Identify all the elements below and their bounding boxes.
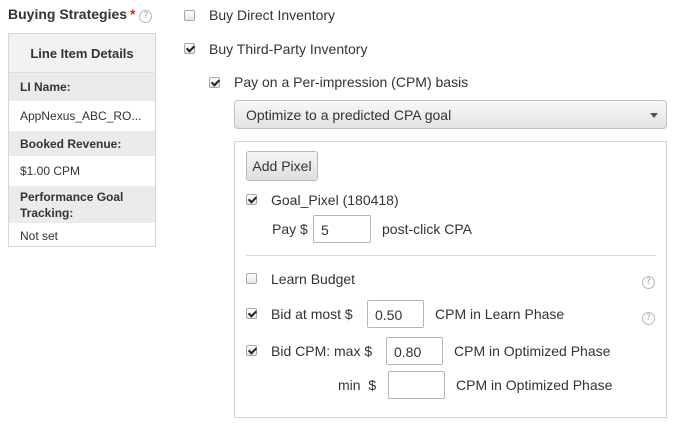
buy-third-party-label[interactable]: Buy Third-Party Inventory (209, 41, 367, 57)
bid-at-most-label[interactable]: Bid at most $ (271, 306, 353, 322)
buy-direct-checkbox[interactable] (184, 10, 195, 21)
bid-at-most-help-icon[interactable]: ? (642, 312, 655, 325)
bid-cpm-checkbox[interactable] (246, 345, 257, 356)
goal-pixel-label: Goal_Pixel (180418) (271, 192, 399, 208)
optimize-goal-select[interactable]: Optimize to a predicted CPA goal (234, 100, 667, 129)
bid-at-most-suffix: CPM in Learn Phase (435, 306, 565, 322)
bid-cpm-min-suffix: CPM in Optimized Phase (456, 377, 613, 393)
li-name-value: AppNexus_ABC_RO... (9, 101, 155, 131)
learn-budget-label[interactable]: Learn Budget (271, 271, 355, 287)
bid-cpm-min-input[interactable] (388, 371, 445, 399)
buy-direct-label[interactable]: Buy Direct Inventory (209, 7, 335, 23)
bid-cpm-min-label: min $ (338, 377, 377, 393)
learn-budget-help-icon[interactable]: ? (642, 276, 655, 289)
bid-at-most-input[interactable]: 0.50 (367, 300, 424, 328)
bid-cpm-max-input[interactable]: 0.80 (386, 337, 443, 365)
pay-suffix-label: post-click CPA (382, 221, 472, 237)
pay-label: Pay $ (272, 221, 308, 237)
line-item-details-panel: Line Item Details LI Name: AppNexus_ABC_… (8, 33, 156, 247)
panel-title: Line Item Details (9, 34, 155, 73)
help-icon[interactable]: ? (139, 10, 153, 23)
goal-pixel-checkbox[interactable] (246, 194, 257, 205)
chevron-down-icon (650, 113, 658, 118)
bid-at-most-checkbox[interactable] (246, 308, 257, 319)
bid-cpm-max-label[interactable]: Bid CPM: max $ (271, 343, 372, 359)
booked-revenue-label: Booked Revenue: (9, 131, 155, 156)
li-name-label: LI Name: (9, 73, 155, 101)
booked-revenue-value: $1.00 CPM (9, 156, 155, 186)
pay-cpa-input[interactable]: 5 (313, 215, 371, 243)
buy-third-party-checkbox[interactable] (184, 43, 195, 54)
learn-budget-checkbox[interactable] (246, 273, 257, 284)
required-asterisk: * (130, 6, 136, 22)
section-title-text: Buying Strategies (8, 6, 128, 22)
performance-goal-label: Performance Goal Tracking: (9, 186, 155, 223)
bid-cpm-max-suffix: CPM in Optimized Phase (454, 343, 611, 359)
pay-cpm-label[interactable]: Pay on a Per-impression (CPM) basis (234, 74, 468, 90)
optimize-goal-value: Optimize to a predicted CPA goal (246, 107, 452, 123)
pay-cpm-checkbox[interactable] (209, 77, 220, 88)
performance-goal-value: Not set (9, 223, 155, 246)
section-title: Buying Strategies * ? (8, 6, 153, 23)
add-pixel-button[interactable]: Add Pixel (246, 151, 318, 181)
divider (246, 255, 656, 256)
